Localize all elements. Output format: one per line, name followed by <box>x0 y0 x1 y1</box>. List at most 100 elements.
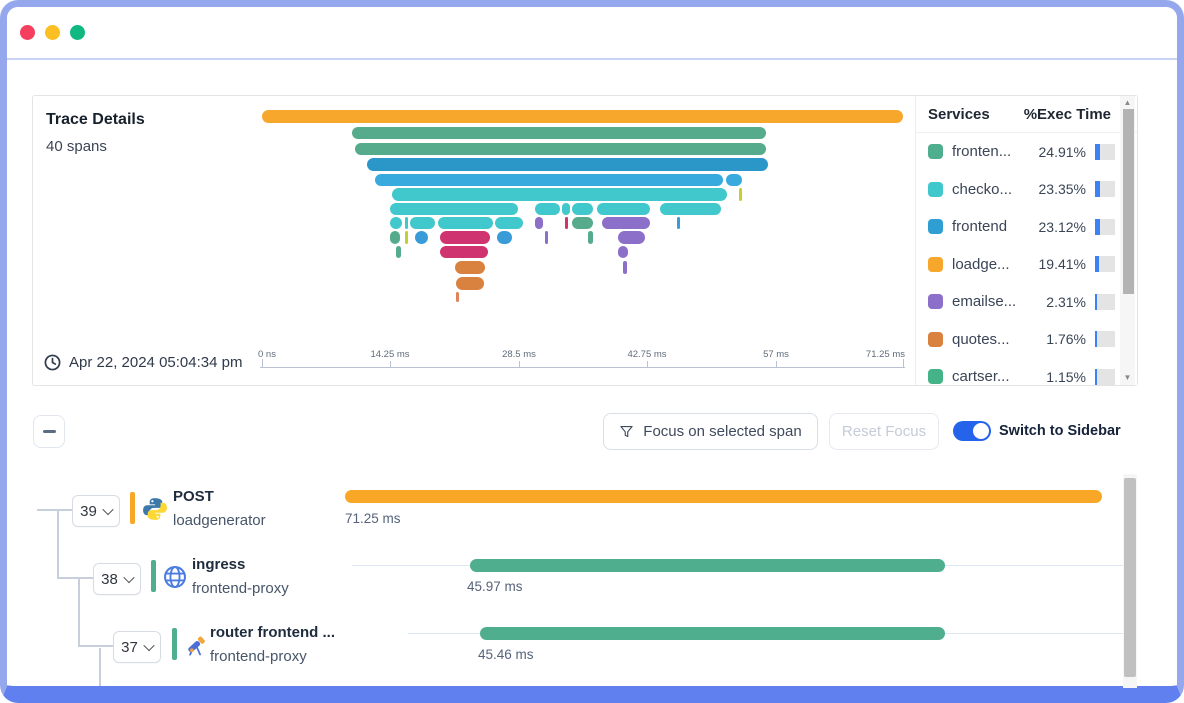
span-duration-label: 45.46 ms <box>478 647 534 662</box>
service-row[interactable]: quotes... 1.76% <box>916 321 1137 359</box>
chevron-down-icon <box>143 640 154 651</box>
flamegraph-span[interactable] <box>440 246 488 258</box>
span-color-indicator <box>130 492 135 524</box>
span-name[interactable]: router frontend ... <box>210 624 335 641</box>
flamegraph-span[interactable] <box>535 203 560 215</box>
service-name: loadge... <box>952 256 1030 273</box>
service-exec-minibar <box>1095 294 1115 310</box>
service-exec-pct: 1.76% <box>1046 331 1086 347</box>
flamegraph-span[interactable] <box>415 231 428 244</box>
axis-label: 0 ns <box>258 349 276 360</box>
axis-line <box>260 367 905 368</box>
flamegraph-span[interactable] <box>726 174 742 186</box>
collapse-all-button[interactable] <box>33 415 65 448</box>
service-exec-pct: 1.15% <box>1046 369 1086 385</box>
flamegraph-span[interactable] <box>618 246 628 258</box>
flamegraph-span[interactable] <box>572 203 593 215</box>
flamegraph-span[interactable] <box>405 217 408 229</box>
span-duration-label: 71.25 ms <box>345 511 401 526</box>
services-scrollbar-thumb[interactable] <box>1123 109 1134 294</box>
scroll-down-icon[interactable]: ▼ <box>1124 374 1132 382</box>
flamegraph-span[interactable] <box>572 217 593 229</box>
span-duration-bar[interactable] <box>470 559 945 572</box>
services-column-header: Services <box>928 106 990 123</box>
focus-selected-span-button[interactable]: Focus on selected span <box>603 413 818 450</box>
service-row[interactable]: emailse...2.31% <box>916 283 1137 321</box>
service-exec-minibar <box>1095 219 1115 235</box>
flamegraph-span[interactable] <box>545 231 548 244</box>
reset-button-label: Reset Focus <box>842 423 926 440</box>
service-color-chip <box>928 182 943 197</box>
flamegraph-span[interactable] <box>438 217 493 229</box>
span-children-dropdown[interactable]: 37 <box>113 631 161 663</box>
flamegraph-span[interactable] <box>440 231 490 244</box>
flamegraph-span[interactable] <box>375 174 723 186</box>
service-name: quotes... <box>952 331 1037 348</box>
flamegraph-span[interactable] <box>455 261 485 274</box>
chevron-down-icon <box>123 572 134 583</box>
service-row[interactable]: frontend23.12% <box>916 208 1137 246</box>
span-name[interactable]: POST <box>173 488 214 505</box>
flamegraph-span[interactable] <box>390 203 518 215</box>
span-name[interactable]: ingress <box>192 556 245 573</box>
service-row[interactable]: cartser...1.15% <box>916 358 1137 385</box>
flamegraph-span[interactable] <box>456 292 459 302</box>
services-panel: Services %Exec Time fronten...24.91%chec… <box>915 96 1137 385</box>
service-row[interactable]: checko...23.35% <box>916 171 1137 209</box>
services-header: Services %Exec Time <box>916 96 1137 133</box>
flamegraph-span[interactable] <box>367 158 768 171</box>
tree-connector <box>37 509 72 511</box>
service-exec-minibar <box>1095 144 1115 160</box>
flamegraph-span[interactable] <box>602 217 650 229</box>
service-color-chip <box>928 294 943 309</box>
flamegraph-span[interactable] <box>396 246 401 258</box>
child-count: 38 <box>101 571 118 588</box>
span-children-dropdown[interactable]: 39 <box>72 495 120 527</box>
flamegraph-span[interactable] <box>390 217 402 229</box>
flamegraph-span[interactable] <box>390 231 400 244</box>
flamegraph-span[interactable] <box>497 231 512 244</box>
spanlist-scrollbar-thumb[interactable] <box>1124 478 1136 677</box>
flamegraph-span[interactable] <box>597 203 650 215</box>
service-name: emailse... <box>952 293 1037 310</box>
flamegraph-span[interactable] <box>262 110 903 123</box>
tree-connector <box>57 577 93 579</box>
span-duration-label: 45.97 ms <box>467 579 523 594</box>
scroll-up-icon[interactable]: ▲ <box>1124 99 1132 107</box>
flamegraph-span[interactable] <box>535 217 543 229</box>
reset-focus-button[interactable]: Reset Focus <box>829 413 939 450</box>
flamegraph-span[interactable] <box>660 203 721 215</box>
span-color-indicator <box>172 628 177 660</box>
flamegraph-span[interactable] <box>405 231 408 244</box>
toggle-knob <box>973 423 989 439</box>
service-row[interactable]: loadge...19.41% <box>916 246 1137 284</box>
flamegraph-span[interactable] <box>456 277 484 290</box>
flamegraph-span[interactable] <box>677 217 680 229</box>
flamegraph-span[interactable] <box>352 127 766 139</box>
sidebar-toggle[interactable] <box>953 421 991 441</box>
exec-time-column-header: %Exec Time <box>1024 106 1111 123</box>
span-color-indicator <box>151 560 156 592</box>
axis-label: 71.25 ms <box>866 349 905 360</box>
flamegraph-span[interactable] <box>562 203 570 215</box>
child-count: 39 <box>80 503 97 520</box>
service-row[interactable]: fronten...24.91% <box>916 133 1137 171</box>
flamegraph-span[interactable] <box>623 261 627 274</box>
span-service: frontend-proxy <box>210 648 307 665</box>
flamegraph-span[interactable] <box>588 231 593 244</box>
flamegraph-span[interactable] <box>355 143 766 155</box>
service-name: frontend <box>952 218 1030 235</box>
tree-connector <box>57 509 59 578</box>
flamegraph-span[interactable] <box>739 188 742 201</box>
flamegraph-span[interactable] <box>392 188 727 201</box>
trace-details-page: Trace Details 40 spans Apr 22, 2024 05:0… <box>0 0 1184 703</box>
flamegraph-span[interactable] <box>618 231 645 244</box>
span-children-dropdown[interactable]: 38 <box>93 563 141 595</box>
flamegraph-span[interactable] <box>565 217 568 229</box>
flamegraph-span[interactable] <box>410 217 435 229</box>
service-exec-minibar <box>1095 256 1115 272</box>
span-duration-bar[interactable] <box>480 627 945 640</box>
span-duration-bar[interactable] <box>345 490 1102 503</box>
service-color-chip <box>928 219 943 234</box>
flamegraph-span[interactable] <box>495 217 523 229</box>
